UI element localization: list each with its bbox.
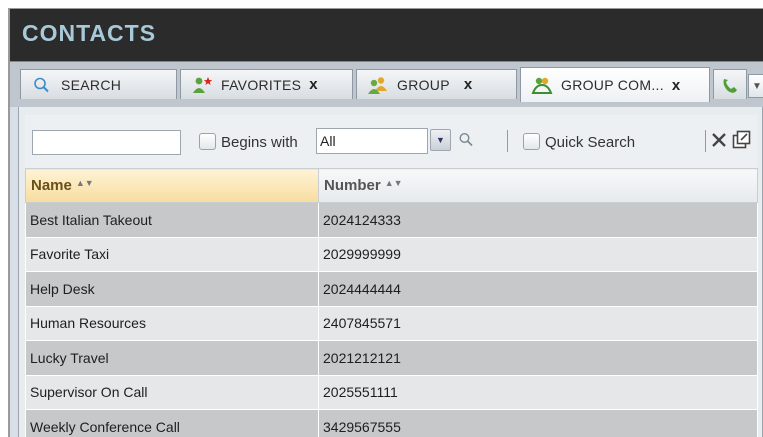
tab-search[interactable]: SEARCH [20,69,177,99]
tab-label: FAVORITES [221,76,302,93]
contact-name-cell: Best Italian Takeout [25,202,319,238]
tab-group-common[interactable]: GROUP COM... x [520,67,710,102]
group-common-phone-icon [531,76,553,94]
tab-partial-next[interactable] [713,69,747,99]
tab-label: GROUP COM... [561,77,664,93]
begins-with-label: Begins with [221,134,298,151]
column-header-number[interactable]: Number ▲▼ [318,168,758,203]
quick-search-checkbox[interactable] [523,133,540,150]
contact-name-cell: Supervisor On Call [25,374,319,410]
sort-arrows-icon: ▲▼ [75,178,94,188]
clear-filter-icon[interactable] [711,132,727,153]
close-tab-favorites-icon[interactable]: x [309,76,317,93]
table-header-row: Name ▲▼ Number ▲▼ [25,168,758,203]
close-tab-group-common-icon[interactable]: x [672,77,680,94]
search-input[interactable] [32,130,181,155]
favorites-people-icon [191,76,213,94]
chevron-down-icon[interactable]: ▼ [430,129,451,151]
table-row[interactable]: Supervisor On Call 2025551111 [25,374,758,410]
contact-name-cell: Lucky Travel [25,340,319,376]
contact-number-cell: 2024124333 [318,202,758,238]
column-header-label: Name [31,177,72,194]
magnifier-icon [31,76,53,94]
toolbar-divider [705,130,706,152]
tab-overflow-dropdown-icon[interactable]: ▼ [748,74,763,98]
table-row[interactable]: Lucky Travel 2021212121 [25,340,758,376]
tab-strip: SEARCH FAVORITES x GROUP x GROUP COM... … [10,61,763,107]
table-row[interactable]: Favorite Taxi 2029999999 [25,236,758,272]
scope-selected-value: All [320,133,336,149]
table-row[interactable]: Help Desk 2024444444 [25,271,758,307]
window-title: CONTACTS [22,20,157,46]
table-row[interactable]: Best Italian Takeout 2024124333 [25,202,758,238]
contact-name-cell: Favorite Taxi [25,236,319,272]
group-people-icon [367,76,389,94]
contacts-table: Name ▲▼ Number ▲▼ Best Italian Takeout 202… [25,168,758,437]
begins-with-checkbox[interactable] [199,133,216,150]
contact-name-cell: Help Desk [25,271,319,307]
table-row[interactable]: Weekly Conference Call 3429567555 [25,409,758,437]
contact-name-cell: Human Resources [25,305,319,341]
directory-view: Begins with All ▼ Quick Search Name ▲▼ N… [25,115,758,437]
column-header-name[interactable]: Name ▲▼ [25,168,319,203]
tab-label: GROUP [397,76,450,93]
contacts-panel: Begins with All ▼ Quick Search Name ▲▼ N… [18,107,763,437]
close-tab-group-icon[interactable]: x [464,76,472,93]
contact-name-cell: Weekly Conference Call [25,409,319,437]
tab-group[interactable]: GROUP x [356,69,517,99]
contacts-window: CONTACTS SEARCH FAVORITES x GROUP x GROU… [8,8,763,437]
scope-select[interactable]: All [316,128,428,154]
phone-icon [720,76,742,94]
search-icon[interactable] [458,131,474,154]
contact-number-cell: 2021212121 [318,340,758,376]
contact-number-cell: 2029999999 [318,236,758,272]
contact-number-cell: 2025551111 [318,374,758,410]
contact-number-cell: 2024444444 [318,271,758,307]
table-row[interactable]: Human Resources 2407845571 [25,305,758,341]
sort-arrows-icon: ▲▼ [384,178,403,188]
contact-number-cell: 3429567555 [318,409,758,437]
column-header-label: Number [324,177,381,194]
toolbar-divider [507,130,508,152]
quick-search-label: Quick Search [545,134,636,151]
contact-number-cell: 2407845571 [318,305,758,341]
popout-window-icon[interactable] [732,130,751,154]
filter-toolbar: Begins with All ▼ Quick Search [25,115,757,169]
tab-favorites[interactable]: FAVORITES x [180,69,353,99]
tab-label: SEARCH [61,76,122,93]
title-bar: CONTACTS [10,9,763,61]
